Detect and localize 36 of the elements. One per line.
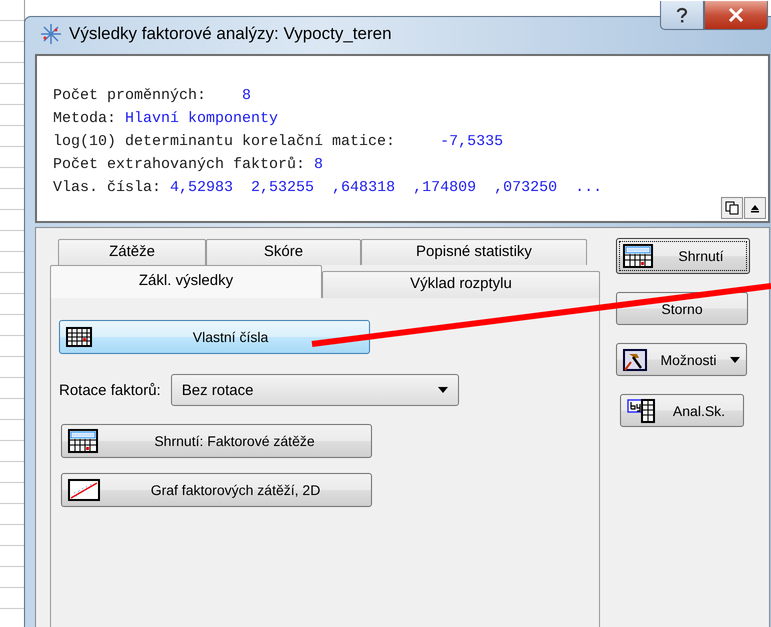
tab[interactable]: Výklad rozptylu <box>322 271 600 298</box>
copy-button[interactable] <box>721 197 743 219</box>
hammer-icon <box>623 348 647 370</box>
caret-icon <box>730 356 740 362</box>
tab[interactable]: Zátěže <box>58 239 206 265</box>
help-button[interactable] <box>660 1 704 30</box>
output-line: Metoda: Hlavní komponenty <box>53 109 280 129</box>
copy-icon <box>725 201 739 215</box>
up-arrow-icon <box>750 203 760 213</box>
dropdown-arrow-icon <box>438 387 448 393</box>
results-button[interactable]: Shrnutí: Faktorové zátěže <box>61 424 372 458</box>
rotation-label: Rotace faktorů: <box>59 382 161 398</box>
by-group-icon <box>627 398 655 422</box>
summary-button[interactable]: Shrnutí <box>616 238 750 274</box>
table-icon <box>66 327 92 347</box>
window-title: Výsledky faktorové analýzy: Vypocty_teren <box>69 24 392 44</box>
tab[interactable]: Skóre <box>206 239 361 265</box>
expand-button[interactable] <box>744 197 766 219</box>
options-button[interactable]: Možnosti <box>616 343 747 376</box>
plot-button[interactable]: Graf faktorových zátěží, 2D <box>61 473 372 507</box>
close-button[interactable] <box>704 1 768 30</box>
summary-table-icon <box>623 244 653 268</box>
asterisk-icon <box>39 22 63 46</box>
tab[interactable]: Popisné statistiky <box>361 239 587 265</box>
output-line: Počet proměnných: 8 <box>53 86 252 106</box>
results-button[interactable]: Vlastní čísla <box>59 320 370 354</box>
output-line: log(10) determinantu korelační matice: -7,5335 <box>53 132 504 152</box>
help-icon <box>676 7 688 23</box>
by-group-button[interactable]: Anal.Sk. <box>620 394 744 427</box>
output-line: Vlas. čísla: 4,52983 2,53255 ,648318 ,174809 ,073250 ... <box>53 178 604 198</box>
output-line: Počet extrahovaných faktorů: 8 <box>53 155 324 175</box>
summary-table-icon <box>68 429 98 453</box>
close-icon <box>728 8 744 22</box>
tab[interactable]: Zákl. výsledky <box>50 265 322 298</box>
scatter-plot-icon <box>68 479 100 501</box>
rotation-dropdown[interactable]: Bez rotace <box>170 374 459 406</box>
